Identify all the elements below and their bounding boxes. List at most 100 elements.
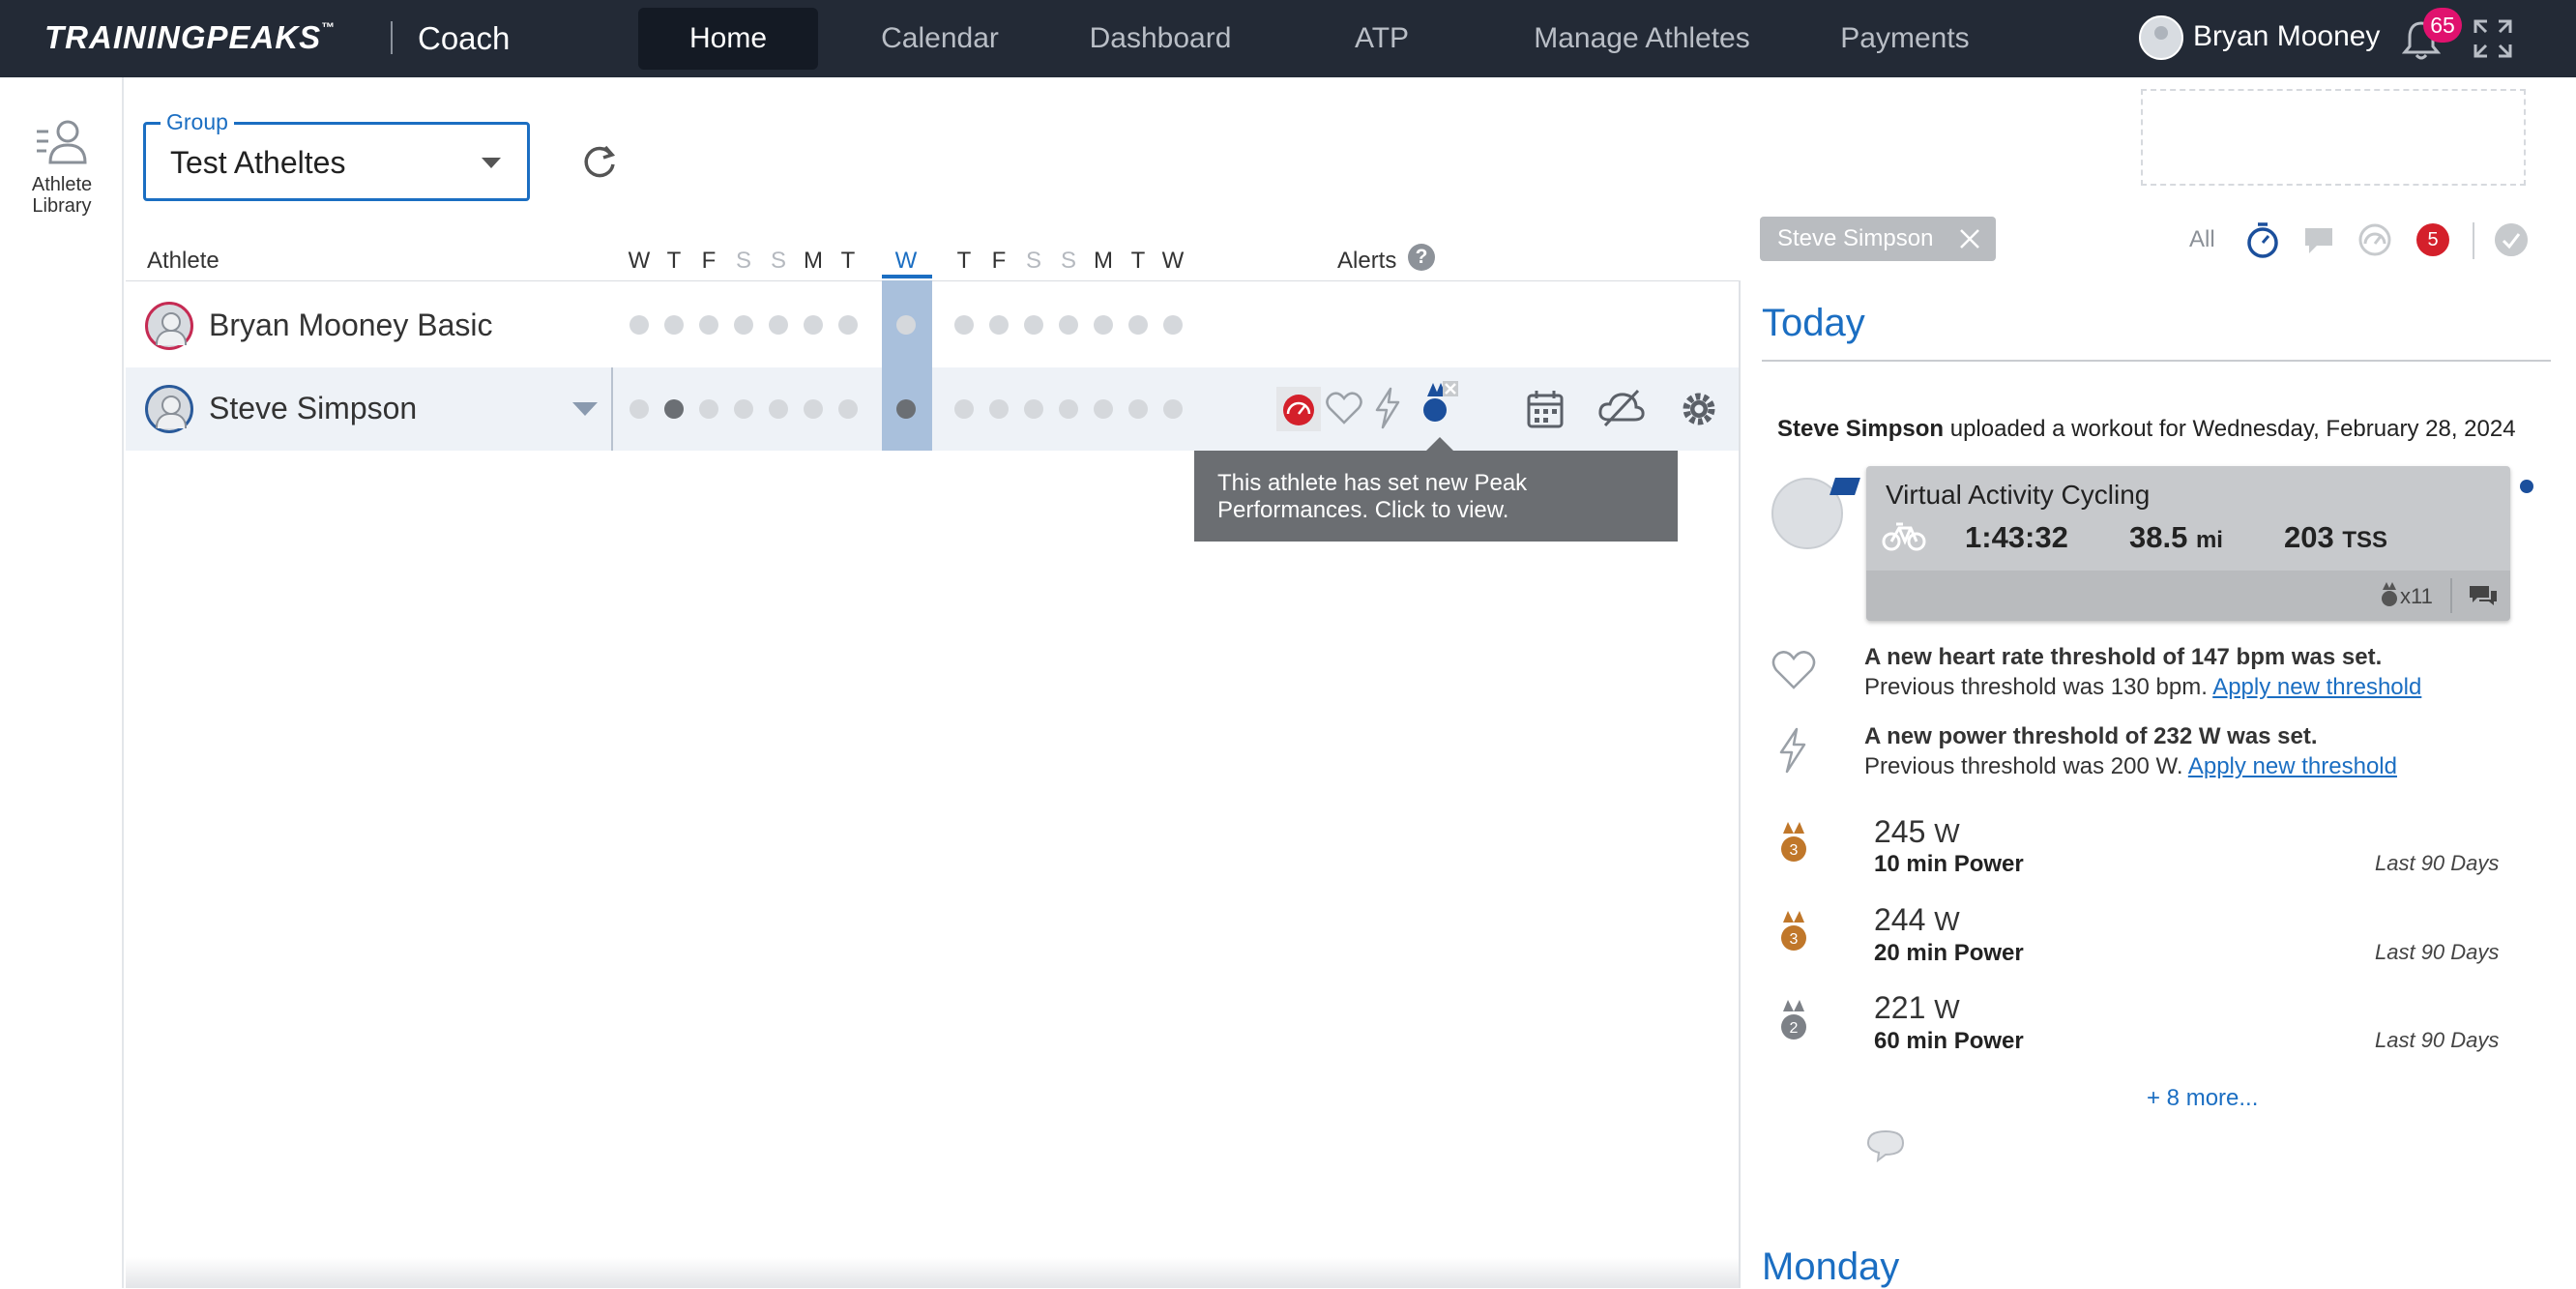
day-dot[interactable] [629,315,649,335]
athlete-row-selected[interactable]: Steve Simpson [126,367,1741,451]
cloud-sync-off-icon[interactable] [1597,389,1646,427]
refresh-icon[interactable] [578,141,621,184]
speedometer-filter-icon[interactable] [2357,222,2392,257]
day-dot[interactable] [734,315,753,335]
athlete-library-icon[interactable] [35,118,89,168]
athlete-avatar[interactable] [145,385,193,433]
day-dot[interactable] [1024,399,1043,419]
medal-count: x11 [2400,584,2433,608]
power-threshold-icon[interactable] [1371,387,1404,429]
day-dot-completed[interactable] [664,399,684,419]
left-rail: Athlete Library [0,77,124,1288]
day-dot[interactable] [769,399,788,419]
nav-payments[interactable]: Payments [1820,0,1990,77]
user-name[interactable]: Bryan Mooney [2193,20,2380,53]
svg-text:3: 3 [1790,842,1799,859]
day-header: T [956,248,972,274]
day-header: S [1025,248,1041,274]
day-dot[interactable] [838,399,858,419]
today-indicator [882,275,932,278]
day-dot[interactable] [896,315,916,335]
power-threshold-message: Previous threshold was 200 W. Apply new … [1864,753,2397,779]
apply-hr-threshold-link[interactable]: Apply new threshold [2212,674,2421,700]
trainingpeaks-logo[interactable]: TRAININGPEAKS™ [44,19,336,56]
day-header: T [666,248,682,274]
workout-title[interactable]: Virtual Activity Cycling [1886,480,2150,511]
athlete-avatar[interactable] [145,302,193,350]
day-dot[interactable] [1059,399,1078,419]
athlete-row[interactable]: Bryan Mooney Basic [126,284,1741,367]
day-dot[interactable] [699,399,718,419]
alerts-column-header: Alerts [1337,248,1397,274]
day-dot[interactable] [734,399,753,419]
day-dot[interactable] [1024,315,1043,335]
athlete-name[interactable]: Steve Simpson [209,391,417,426]
svg-text:3: 3 [1790,931,1799,948]
comment-icon[interactable] [2468,582,2499,609]
bronze-medal-icon: 3 [1781,822,1806,862]
day-dot[interactable] [1128,399,1148,419]
upload-athlete-name[interactable]: Steve Simpson [1777,416,1944,442]
alert-count-badge[interactable]: 5 [2416,223,2449,256]
day-dot[interactable] [804,399,823,419]
day-dot[interactable] [699,315,718,335]
day-dot[interactable] [1094,399,1113,419]
help-icon[interactable]: ? [1408,244,1435,271]
ad-placeholder [2141,89,2526,186]
more-peaks-link[interactable]: + 8 more... [2147,1085,2258,1112]
upload-message: Steve Simpson uploaded a workout for Wed… [1777,416,2516,443]
close-icon[interactable] [1957,226,1982,251]
day-header: F [991,248,1007,274]
nav-atp[interactable]: ATP [1325,0,1439,77]
speedometer-alert-icon[interactable] [1276,387,1321,431]
nav-calendar[interactable]: Calendar [861,0,1019,77]
peak-performance-tooltip: This athlete has set new Peak Performanc… [1194,437,1678,542]
today-heading: Today [1762,302,1865,344]
day-dot[interactable] [838,315,858,335]
apply-power-threshold-link[interactable]: Apply new threshold [2188,753,2397,779]
day-dot[interactable] [989,399,1009,419]
power-threshold-title: A new power threshold of 232 W was set. [1864,723,2318,749]
day-dot[interactable] [954,399,974,419]
gear-icon[interactable] [1679,389,1719,429]
day-dot[interactable] [804,315,823,335]
add-comment-icon[interactable] [1866,1128,1905,1162]
day-dot[interactable] [1163,315,1183,335]
athlete-name[interactable]: Bryan Mooney Basic [209,308,492,343]
chevron-down-icon[interactable] [572,402,598,416]
nav-manage-athletes[interactable]: Manage Athletes [1508,0,1775,77]
day-dot-completed[interactable] [896,399,916,419]
day-dot[interactable] [629,399,649,419]
day-dot[interactable] [954,315,974,335]
top-navigation-bar: TRAININGPEAKS™ Coach Home Calendar Dashb… [0,0,2576,77]
user-avatar[interactable] [2139,15,2183,60]
day-dot[interactable] [664,315,684,335]
heading-underline [1762,360,2551,362]
comment-filter-icon[interactable] [2301,224,2336,257]
day-dot[interactable] [1094,315,1113,335]
peak-range: Last 90 Days [2375,1028,2500,1052]
heart-rate-threshold-icon[interactable] [1326,391,1362,425]
group-select-value[interactable]: Test Atheltes [170,145,345,181]
stopwatch-filter-icon[interactable] [2245,220,2280,259]
fullscreen-icon[interactable] [2472,17,2514,60]
peak-performance-medal-icon[interactable] [1420,379,1458,429]
brand-divider [391,21,393,54]
bronze-medal-icon: 3 [1781,911,1806,951]
nav-home[interactable]: Home [638,8,818,70]
filter-all[interactable]: All [2189,226,2215,253]
unread-indicator [2520,480,2533,493]
athlete-library-label[interactable]: Athlete Library [0,174,124,217]
calendar-icon[interactable] [1526,389,1565,429]
chevron-down-icon[interactable] [482,158,501,168]
day-dot[interactable] [1128,315,1148,335]
day-dot[interactable] [1163,399,1183,419]
peak-range: Last 90 Days [2375,940,2500,964]
day-dot[interactable] [1059,315,1078,335]
day-dot[interactable] [989,315,1009,335]
nav-dashboard[interactable]: Dashboard [1068,0,1253,77]
workout-tss: 203 TSS [2284,520,2388,554]
day-dot[interactable] [769,315,788,335]
checkmark-icon[interactable] [2495,223,2528,256]
svg-text:2: 2 [1790,1020,1799,1037]
